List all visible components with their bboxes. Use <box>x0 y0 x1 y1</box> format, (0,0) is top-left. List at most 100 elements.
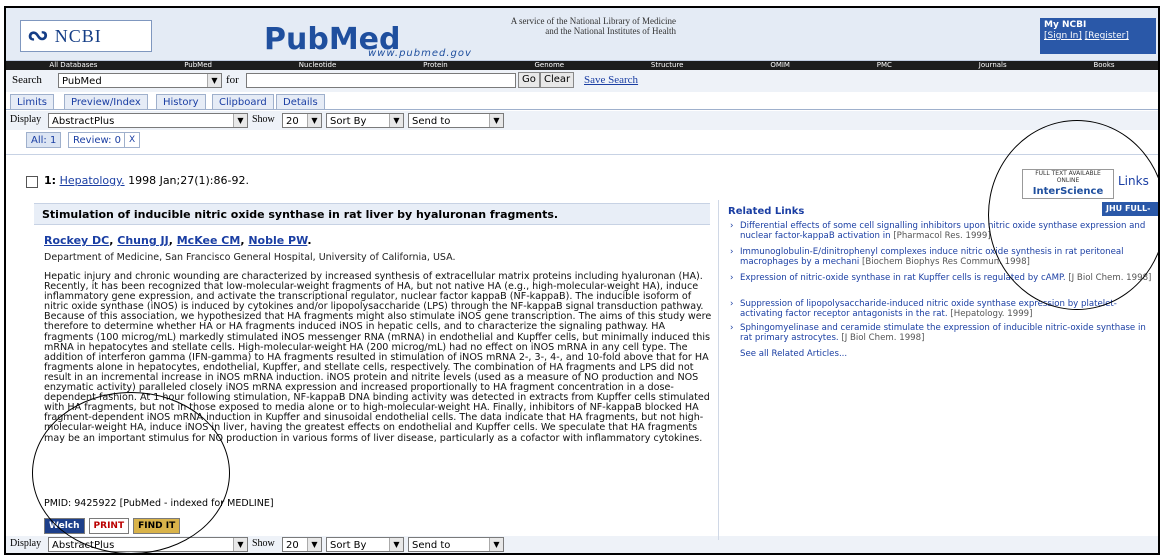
related-link-item[interactable]: › Sphingomyelinase and ceramide stimulat… <box>730 323 1156 343</box>
show-label: Show <box>252 114 275 125</box>
db-nav-item[interactable]: Genome <box>491 61 607 70</box>
citation-details: 1998 Jan;27(1):86-92. <box>128 174 249 187</box>
db-nav-item[interactable]: All Databases <box>6 61 141 70</box>
for-label: for <box>226 74 239 86</box>
chevron-down-icon: ▼ <box>489 114 503 127</box>
show-count-value: 20 <box>286 540 299 551</box>
filter-settings-icon[interactable]: X <box>124 132 141 148</box>
author-link[interactable]: Chung JJ <box>117 234 168 247</box>
filter-all-tab[interactable]: All: 1 <box>26 132 62 148</box>
db-nav-item[interactable]: Nucleotide <box>255 61 379 70</box>
search-input[interactable] <box>246 73 516 88</box>
send-to-value: Send to <box>412 540 451 551</box>
author-list: Rockey DC, Chung JJ, McKee CM, Noble PW. <box>44 234 312 247</box>
my-ncbi-title[interactable]: My NCBI <box>1044 20 1152 31</box>
send-to-value: Send to <box>412 116 451 127</box>
sort-by-select[interactable]: Sort By ▼ <box>326 537 404 552</box>
db-nav-item[interactable]: Protein <box>380 61 491 70</box>
database-select[interactable]: PubMed ▼ <box>58 73 222 88</box>
annotation-oval-bottom-left <box>32 392 230 553</box>
send-to-select[interactable]: Send to ▼ <box>408 113 504 128</box>
database-nav: All Databases PubMed Nucleotide Protein … <box>6 61 1158 70</box>
send-to-select[interactable]: Send to ▼ <box>408 537 504 552</box>
tab-clipboard[interactable]: Clipboard <box>212 94 274 110</box>
show-count-select[interactable]: 20 ▼ <box>282 113 322 128</box>
citation-line: 1: Hepatology. 1998 Jan;27(1):86-92. <box>44 174 249 187</box>
filter-tabs: All: 1 Review: 0 X <box>6 132 1158 150</box>
tab-details[interactable]: Details <box>276 94 325 110</box>
go-button[interactable]: Go <box>518 72 540 88</box>
ncbi-logo-text: NCBI <box>54 25 102 46</box>
service-line-1: A service of the National Library of Med… <box>510 16 676 26</box>
db-nav-item[interactable]: Structure <box>608 61 727 70</box>
header-banner: ∾ NCBI PubMed www.pubmed.gov A service o… <box>6 8 1158 61</box>
service-note: A service of the National Library of Med… <box>436 16 676 36</box>
display-format-value: AbstractPlus <box>52 116 115 127</box>
annotation-oval-top-right <box>988 120 1158 310</box>
register-link[interactable]: [Register] <box>1085 31 1129 41</box>
related-link-source: [J Biol Chem. 1998] <box>841 332 925 343</box>
pubmed-url: www.pubmed.gov <box>368 48 472 59</box>
divider <box>6 154 1158 155</box>
article-title: Stimulation of inducible nitric oxide sy… <box>34 203 710 225</box>
see-all-related-link[interactable]: See all Related Articles... <box>740 349 847 359</box>
journal-link[interactable]: Hepatology. <box>60 174 125 187</box>
bullet-icon: › <box>730 273 734 283</box>
chevron-down-icon: ▼ <box>389 114 403 127</box>
sort-by-value: Sort By <box>330 540 367 551</box>
sort-by-value: Sort By <box>330 116 367 127</box>
bullet-icon: › <box>730 221 734 231</box>
search-label: Search <box>12 74 42 86</box>
chevron-down-icon: ▼ <box>307 114 321 127</box>
show-label: Show <box>252 538 275 549</box>
tab-divider <box>6 109 1158 110</box>
result-checkbox[interactable] <box>26 176 38 188</box>
show-count-select[interactable]: 20 ▼ <box>282 537 322 552</box>
bullet-icon: › <box>730 247 734 257</box>
my-ncbi-box: My NCBI [Sign In] [Register] <box>1040 18 1156 54</box>
sign-in-link[interactable]: [Sign In] <box>1044 31 1082 41</box>
tab-limits[interactable]: Limits <box>10 94 54 110</box>
related-link-source: [Pharmacol Res. 1999] <box>893 230 991 241</box>
result-index: 1: <box>44 174 57 187</box>
author-link[interactable]: Noble PW <box>248 234 307 247</box>
author-link[interactable]: McKee CM <box>177 234 241 247</box>
display-format-select[interactable]: AbstractPlus ▼ <box>48 113 248 128</box>
bullet-icon: › <box>730 299 734 309</box>
sort-by-select[interactable]: Sort By ▼ <box>326 113 404 128</box>
feature-tabs: Limits Preview/Index History Clipboard D… <box>6 94 1158 110</box>
chevron-down-icon: ▼ <box>307 538 321 551</box>
display-bar-top: Display AbstractPlus ▼ Show 20 ▼ Sort By… <box>6 111 1158 130</box>
show-count-value: 20 <box>286 116 299 127</box>
bullet-icon: › <box>730 323 734 333</box>
database-select-value: PubMed <box>62 76 102 87</box>
filter-settings-icon-glyph: X <box>129 135 136 145</box>
ncbi-logo-icon: ∾ <box>27 21 49 51</box>
related-links-heading: Related Links <box>728 206 805 217</box>
chevron-down-icon: ▼ <box>207 74 221 87</box>
service-line-2: and the National Institutes of Health <box>545 26 676 36</box>
db-nav-item[interactable]: Journals <box>935 61 1050 70</box>
display-label: Display <box>10 114 42 125</box>
save-search-link[interactable]: Save Search <box>584 74 638 86</box>
db-nav-item[interactable]: OMIM <box>727 61 833 70</box>
filter-review-tab[interactable]: Review: 0 <box>68 132 127 148</box>
related-link-source: [Hepatology. 1999] <box>950 308 1033 319</box>
chevron-down-icon: ▼ <box>233 538 247 551</box>
chevron-down-icon: ▼ <box>233 114 247 127</box>
related-link-title[interactable]: Sphingomyelinase and ceramide stimulate … <box>740 323 1146 343</box>
search-bar: Search PubMed ▼ for Go Clear Save Search <box>6 70 1158 92</box>
author-link[interactable]: Rockey DC <box>44 234 109 247</box>
clear-button[interactable]: Clear <box>540 72 575 88</box>
ncbi-logo[interactable]: ∾ NCBI <box>20 20 152 52</box>
tab-preview-index[interactable]: Preview/Index <box>64 94 148 110</box>
affiliation: Department of Medicine, San Francisco Ge… <box>44 252 456 263</box>
display-label: Display <box>10 538 42 549</box>
chevron-down-icon: ▼ <box>389 538 403 551</box>
tab-history[interactable]: History <box>156 94 206 110</box>
chevron-down-icon: ▼ <box>489 538 503 551</box>
pubmed-window: ∾ NCBI PubMed www.pubmed.gov A service o… <box>4 6 1160 555</box>
db-nav-item[interactable]: PMC <box>833 61 935 70</box>
db-nav-item[interactable]: PubMed <box>141 61 256 70</box>
db-nav-item[interactable]: Books <box>1050 61 1158 70</box>
